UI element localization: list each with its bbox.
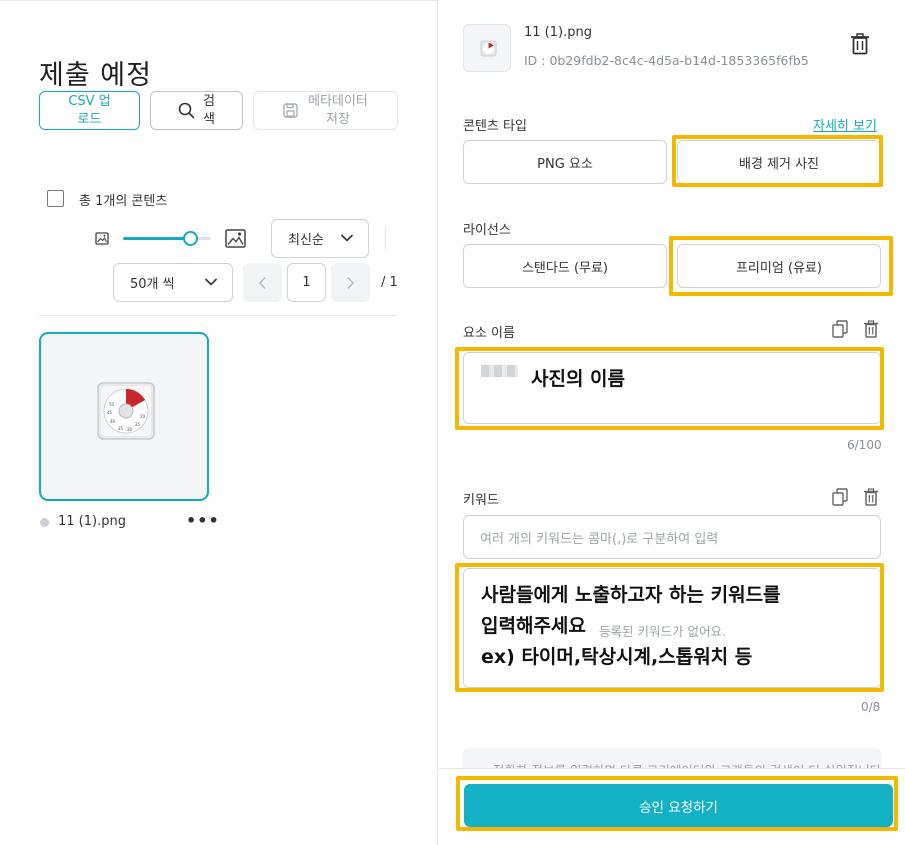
content-card[interactable]: 50 45 40 35 30 25 20 [39, 332, 209, 501]
trash-icon[interactable] [863, 320, 879, 338]
keyword-annotation-line: 사람들에게 노출하고자 하는 키워드를 [481, 584, 781, 606]
element-name-count: 6/100 [847, 438, 882, 452]
svg-text:25: 25 [135, 422, 141, 427]
chevron-left-icon [258, 276, 266, 289]
timer-thumbnail-small [480, 40, 497, 57]
save-metadata-label: 메타데이터 저장 [308, 93, 368, 127]
license-premium-option[interactable]: 프리미엄 (유료) [677, 244, 881, 288]
copy-icon[interactable] [832, 488, 848, 506]
content-count: 총 1개의 콘텐츠 [79, 194, 168, 209]
detail-panel: 11 (1).png ID : 0b29fdb2-8c4c-4d5a-b14d-… [439, 0, 905, 845]
prev-page-button[interactable] [243, 263, 282, 302]
content-type-bg-removed-option[interactable]: 배경 제거 사진 [677, 140, 881, 184]
keyword-input[interactable]: 여러 개의 키워드는 콤마(,)로 구분하여 입력 [463, 515, 881, 559]
svg-text:45: 45 [107, 410, 113, 415]
more-options-button[interactable]: ••• [186, 511, 220, 530]
content-type-png-option[interactable]: PNG 요소 [463, 140, 667, 184]
element-name-label: 요소 이름 [463, 326, 515, 341]
license-standard-option[interactable]: 스탠다드 (무료) [463, 244, 667, 288]
search-icon [178, 102, 195, 119]
timer-thumbnail: 50 45 40 35 3025 20 [97, 382, 155, 440]
content-type-label: 콘텐츠 타입 [463, 119, 527, 134]
list-divider [39, 315, 398, 316]
slider-handle[interactable] [183, 231, 198, 246]
card-file-name: 11 (1).png [58, 514, 126, 529]
toolbar-divider [385, 227, 386, 251]
element-name-annotation: 사진의 이름 [531, 368, 626, 390]
next-page-button[interactable] [331, 263, 370, 302]
chevron-down-icon [340, 234, 354, 242]
svg-text:20: 20 [140, 414, 146, 419]
svg-text:35: 35 [118, 426, 124, 431]
csv-upload-button[interactable]: CSV 업 로드 [39, 91, 140, 130]
page-total: / 1 [381, 275, 398, 290]
select-all-checkbox[interactable] [47, 190, 64, 207]
chevron-down-icon [204, 278, 218, 286]
sort-selected: 최신순 [288, 233, 324, 248]
image-large-icon[interactable] [225, 229, 246, 248]
request-approval-button[interactable]: 승인 요청하기 [464, 784, 893, 827]
license-label: 라이선스 [463, 223, 511, 238]
search-label: 검 색 [203, 93, 215, 127]
svg-text:30: 30 [127, 427, 133, 432]
trash-icon[interactable] [850, 33, 870, 55]
sort-select[interactable]: 최신순 [271, 219, 369, 258]
blurred-name-text [481, 365, 518, 377]
csv-upload-label: CSV 업 로드 [68, 93, 111, 127]
keyword-annotation-line: ex) 타이머,탁상시계,스톱워치 등 [481, 646, 753, 668]
slider-fill [123, 237, 189, 240]
detail-link[interactable]: 자세히 보기 [813, 115, 877, 134]
left-panel: 제출 예정 CSV 업 로드 검 색 메타데이터 저장 총 1개의 콘텐츠 최신… [0, 0, 438, 845]
detail-file-id: ID : 0b29fdb2-8c4c-4d5a-b14d-1853365f6fb… [524, 53, 809, 68]
svg-text:40: 40 [110, 419, 116, 424]
copy-icon[interactable] [832, 320, 848, 338]
keyword-count: 0/8 [861, 700, 881, 714]
svg-text:50: 50 [109, 402, 115, 407]
save-icon [283, 103, 298, 118]
status-dot [40, 518, 49, 527]
image-small-icon[interactable] [95, 232, 109, 245]
per-page-selected: 50개 씩 [130, 277, 175, 292]
page-title: 제출 예정 [39, 60, 152, 91]
chevron-right-icon [347, 276, 355, 289]
keyword-annotation: 사람들에게 노출하고자 하는 키워드를 입력해주세요 ex) 타이머,탁상시계,… [481, 580, 781, 673]
search-button[interactable]: 검 색 [150, 91, 243, 130]
per-page-select[interactable]: 50개 씩 [113, 263, 233, 302]
keyword-annotation-line: 입력해주세요 [481, 615, 586, 637]
trash-icon[interactable] [863, 488, 879, 506]
page-input[interactable]: 1 [287, 263, 326, 302]
save-metadata-button[interactable]: 메타데이터 저장 [253, 91, 398, 130]
detail-file-name: 11 (1).png [524, 25, 592, 40]
file-thumbnail [463, 24, 511, 72]
keywords-label: 키워드 [463, 493, 499, 508]
element-name-input[interactable] [463, 352, 881, 424]
